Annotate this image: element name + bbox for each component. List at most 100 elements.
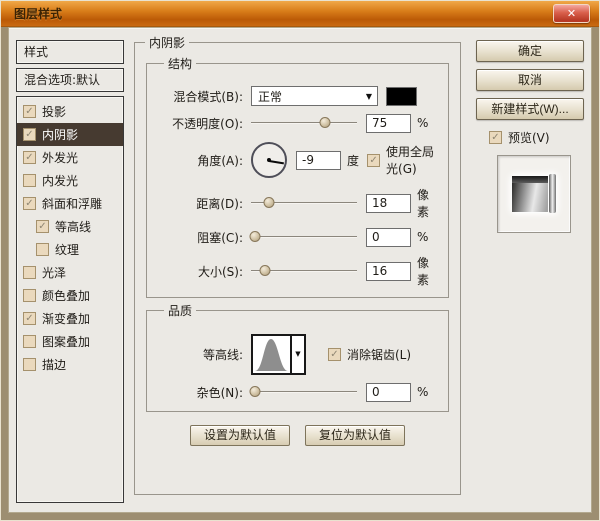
contour-thumbnail[interactable] <box>251 333 292 375</box>
angle-needle <box>268 160 284 165</box>
angle-input[interactable]: -9 <box>296 150 341 170</box>
effect-checkbox[interactable] <box>23 289 36 302</box>
effect-checkbox[interactable] <box>23 174 36 187</box>
opacity-label: 不透明度(O): <box>172 116 243 131</box>
distance-unit: 像素 <box>417 188 430 219</box>
choke-label: 阻塞(C): <box>197 230 243 245</box>
title-bar: 图层样式 ✕ <box>1 1 599 27</box>
noise-slider[interactable] <box>249 382 357 402</box>
effect-label: 外发光 <box>42 151 79 165</box>
new-style-button[interactable]: 新建样式(W)... <box>476 98 584 120</box>
sidebar-item-styles[interactable]: 样式 <box>16 40 124 64</box>
ok-button[interactable]: 确定 <box>476 40 584 62</box>
effect-label: 投影 <box>42 105 67 119</box>
effect-checkbox[interactable] <box>23 151 36 164</box>
slider-thumb[interactable] <box>249 386 261 397</box>
styles-sidebar: 样式 混合选项:默认 投影内阴影外发光内发光斜面和浮雕等高线纹理光泽颜色叠加渐变… <box>16 40 124 503</box>
contour-dropdown-arrow[interactable]: ▼ <box>292 333 306 375</box>
effect-checkbox[interactable] <box>23 335 36 348</box>
shadow-color-swatch[interactable] <box>386 86 417 106</box>
effect-checkbox[interactable] <box>36 243 49 256</box>
effect-checkbox[interactable] <box>23 105 36 118</box>
choke-input[interactable]: 0 <box>366 227 411 247</box>
blend-mode-select[interactable]: 正常 ▼ <box>251 86 378 106</box>
size-input[interactable]: 16 <box>366 261 411 281</box>
opacity-input[interactable]: 75 <box>366 113 411 133</box>
contour-picker: ▼ <box>251 333 306 375</box>
effect-label: 渐变叠加 <box>42 312 91 326</box>
slider-track <box>251 391 357 393</box>
dialog-title: 图层样式 <box>14 7 63 21</box>
sidebar-effect-item[interactable]: 光泽 <box>17 261 123 284</box>
choke-slider[interactable] <box>249 227 357 247</box>
effect-label: 等高线 <box>55 220 92 234</box>
sidebar-effect-item[interactable]: 渐变叠加 <box>17 307 123 330</box>
preview-row: 预览(V) <box>489 129 584 146</box>
sidebar-effect-item[interactable]: 内发光 <box>17 169 123 192</box>
sidebar-effect-item[interactable]: 外发光 <box>17 146 123 169</box>
noise-input[interactable]: 0 <box>366 382 411 402</box>
use-global-light-label: 使用全局光(G) <box>386 145 435 176</box>
blend-mode-label: 混合模式(B): <box>173 89 243 104</box>
sidebar-effect-item[interactable]: 图案叠加 <box>17 330 123 353</box>
angle-label: 角度(A): <box>197 153 243 168</box>
slider-track <box>251 236 357 238</box>
effect-checkbox[interactable] <box>23 128 36 141</box>
effect-label: 内发光 <box>42 174 79 188</box>
preview-shape-pillar <box>549 174 556 213</box>
sidebar-effect-item[interactable]: 投影 <box>17 100 123 123</box>
angle-unit: 度 <box>347 153 360 168</box>
angle-center-dot <box>267 158 271 162</box>
preview-checkbox[interactable] <box>489 131 502 144</box>
sidebar-effect-item[interactable]: 纹理 <box>17 238 123 261</box>
sidebar-effect-item[interactable]: 描边 <box>17 353 123 376</box>
sidebar-effect-item[interactable]: 斜面和浮雕 <box>17 192 123 215</box>
distance-input[interactable]: 18 <box>366 193 411 213</box>
sidebar-effect-item[interactable]: 内阴影 <box>17 123 123 146</box>
effects-list: 投影内阴影外发光内发光斜面和浮雕等高线纹理光泽颜色叠加渐变叠加图案叠加描边 <box>16 96 124 503</box>
reset-default-button[interactable]: 复位为默认值 <box>305 425 406 446</box>
dialog-body: 样式 混合选项:默认 投影内阴影外发光内发光斜面和浮雕等高线纹理光泽颜色叠加渐变… <box>8 27 592 513</box>
sidebar-effect-item[interactable]: 颜色叠加 <box>17 284 123 307</box>
use-global-light-checkbox[interactable] <box>367 153 381 167</box>
size-slider[interactable] <box>251 261 357 281</box>
sidebar-effect-item[interactable]: 等高线 <box>17 215 123 238</box>
effect-checkbox[interactable] <box>23 312 36 325</box>
size-label: 大小(S): <box>197 264 243 279</box>
panel-title: 内阴影 <box>149 36 186 50</box>
make-default-button[interactable]: 设置为默认值 <box>189 425 290 446</box>
sidebar-item-blending-options[interactable]: 混合选项:默认 <box>16 68 124 92</box>
slider-thumb[interactable] <box>259 265 271 276</box>
effect-checkbox[interactable] <box>23 266 36 279</box>
distance-slider[interactable] <box>251 193 357 213</box>
slider-thumb[interactable] <box>263 197 275 208</box>
cancel-button[interactable]: 取消 <box>476 69 584 91</box>
effect-label: 斜面和浮雕 <box>42 197 103 211</box>
angle-row: 角度(A): -9 度 使用全局光(G) <box>155 141 440 179</box>
noise-label: 杂色(N): <box>196 385 243 400</box>
effect-label: 图案叠加 <box>42 335 91 349</box>
size-unit: 像素 <box>417 256 430 287</box>
blend-mode-value: 正常 <box>258 89 283 104</box>
preview-shape <box>511 173 557 215</box>
angle-dial[interactable] <box>251 142 287 178</box>
distance-label: 距离(D): <box>196 196 243 211</box>
opacity-unit: % <box>417 116 429 130</box>
slider-track <box>251 122 357 124</box>
preview-label: 预览(V) <box>508 131 550 145</box>
effect-checkbox[interactable] <box>23 197 36 210</box>
inner-shadow-panel: 内阴影 结构 混合模式(B): 正常 ▼ 不透明度(O): 75 % 角度(A)… <box>134 34 461 495</box>
size-row: 大小(S): 16 像素 <box>155 254 440 288</box>
action-column: 确定 取消 新建样式(W)... 预览(V) <box>476 40 584 233</box>
effect-label: 颜色叠加 <box>42 289 91 303</box>
quality-legend: 品质 <box>168 304 193 318</box>
effect-checkbox[interactable] <box>23 358 36 371</box>
slider-thumb[interactable] <box>249 231 261 242</box>
style-preview-thumbnail <box>497 155 571 233</box>
chevron-down-icon: ▼ <box>365 91 372 101</box>
close-icon[interactable]: ✕ <box>553 4 590 23</box>
effect-checkbox[interactable] <box>36 220 49 233</box>
slider-thumb[interactable] <box>319 117 331 128</box>
opacity-slider[interactable] <box>251 113 357 133</box>
anti-alias-checkbox[interactable] <box>328 347 341 361</box>
